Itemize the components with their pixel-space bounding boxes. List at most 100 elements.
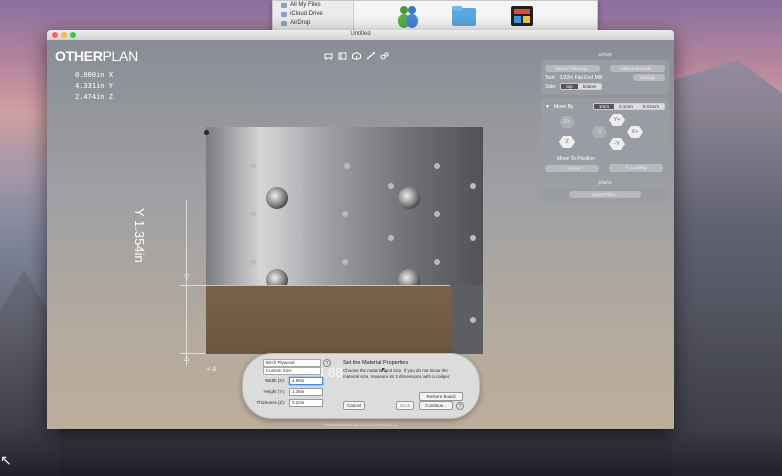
dimension-arrow-icon: ▽ bbox=[184, 274, 190, 281]
jog-controls: Z+ Z Y+ -X X+ -Y bbox=[545, 112, 665, 164]
position-readout: 0.000in X 4.331in Y 2.474in Z bbox=[75, 70, 113, 103]
finder-item-all-my-files[interactable]: All My Files bbox=[281, 2, 321, 8]
bed-edge bbox=[452, 285, 483, 354]
jog-z-plus-button[interactable]: Z+ bbox=[559, 116, 575, 128]
bed-hole bbox=[250, 211, 256, 217]
move-by-label: Move By bbox=[553, 103, 574, 110]
dialog-description: Choose the material and size. If you do … bbox=[343, 368, 451, 379]
material-type-select[interactable]: Birch Plywood bbox=[263, 359, 321, 367]
change-tool-button[interactable]: Change... bbox=[633, 74, 665, 81]
z-dimension-label: <-3 bbox=[207, 367, 216, 373]
airdrop-icon bbox=[281, 20, 287, 26]
bed-hole bbox=[388, 183, 394, 189]
bed-hole bbox=[344, 163, 350, 169]
fixture-hole bbox=[398, 187, 420, 209]
measure-tool-button[interactable] bbox=[365, 51, 376, 61]
help-icon[interactable]: ? bbox=[323, 359, 331, 367]
view-top-button[interactable] bbox=[337, 51, 348, 61]
bed-hole bbox=[250, 259, 256, 265]
desktop-background: All My Files iCloud Drive AirDrop Untitl… bbox=[0, 0, 782, 476]
side-bottom-option[interactable]: bottom bbox=[577, 84, 602, 89]
dimension-guide bbox=[180, 285, 450, 286]
material-preview[interactable] bbox=[206, 127, 483, 354]
dashboard-app-icon[interactable] bbox=[509, 4, 535, 28]
finder-window: All My Files iCloud Drive AirDrop bbox=[272, 0, 598, 32]
import-files-button[interactable]: Import Files... bbox=[569, 191, 641, 198]
plans-box: Import Files... bbox=[541, 188, 669, 201]
select-fixturing-button[interactable]: Select Fixturing... bbox=[545, 65, 600, 72]
continue-button[interactable]: Continue... bbox=[419, 401, 453, 410]
bed-hole bbox=[434, 163, 440, 169]
coord-y: 4.331in Y bbox=[75, 82, 113, 90]
move-box: ▼ Move By 1mm 0.1mm 0.01mm Z+ Z Y+ -X X+… bbox=[541, 98, 669, 177]
bed-hole bbox=[434, 259, 440, 265]
mountain-base bbox=[0, 430, 782, 476]
loading-button[interactable]: ✎ Loading bbox=[609, 164, 663, 172]
workspace-canvas[interactable]: OTHERPLAN 0.000in X 4.331in Y 2.474in Z bbox=[47, 40, 674, 429]
window-title: Untitled bbox=[350, 31, 371, 37]
cloud-icon bbox=[281, 11, 287, 17]
dimension-arrow-icon: △ bbox=[184, 355, 190, 362]
folder-icon bbox=[281, 2, 287, 8]
restore-board-button[interactable]: Restore Board bbox=[419, 392, 463, 401]
bed-hole bbox=[388, 235, 394, 241]
birch-plywood-material[interactable] bbox=[206, 285, 452, 354]
messenger-app-icon[interactable] bbox=[395, 4, 421, 28]
size-preset-select[interactable]: Custom Size bbox=[263, 367, 321, 375]
jog-x-minus-button[interactable]: -X bbox=[591, 126, 607, 138]
side-toggle: top bottom bbox=[560, 83, 603, 90]
y-dimension-label: Y 1.354in bbox=[132, 208, 147, 263]
mouse-cursor-icon: ↖ bbox=[381, 366, 388, 375]
view-front-button[interactable] bbox=[323, 51, 334, 61]
corner-cursor-icon: ↖ bbox=[0, 452, 12, 468]
help-icon[interactable]: ? bbox=[456, 402, 464, 410]
settings-gears-button[interactable] bbox=[379, 51, 390, 61]
dimension-guide bbox=[186, 200, 187, 365]
app-logo: OTHERPLAN bbox=[55, 48, 138, 64]
jog-y-plus-button[interactable]: Y+ bbox=[609, 114, 625, 126]
tool-label: Tool: bbox=[545, 74, 556, 81]
select-material-button[interactable]: Select Material... bbox=[610, 65, 665, 72]
bed-hole bbox=[296, 235, 302, 241]
jog-y-minus-button[interactable]: -Y bbox=[609, 138, 625, 150]
back-button[interactable]: Back bbox=[396, 401, 414, 410]
bed-hole bbox=[434, 211, 440, 217]
finder-item-icloud[interactable]: iCloud Drive bbox=[281, 11, 323, 17]
home-button[interactable]: ⌂ Home bbox=[545, 164, 599, 172]
plans-header: plans bbox=[598, 180, 612, 186]
cancel-button[interactable]: Cancel bbox=[343, 401, 365, 410]
bed-hole bbox=[250, 163, 256, 169]
material-properties-dialog: X 4.88 Birch Plywood ? Custom Size Width… bbox=[242, 353, 480, 419]
bed-hole bbox=[470, 317, 476, 323]
dialog-title: Set the Material Properties bbox=[343, 360, 409, 366]
collapse-triangle-icon[interactable]: ▼ bbox=[545, 104, 550, 110]
bed-hole bbox=[342, 259, 348, 265]
bed-hole bbox=[470, 183, 476, 189]
finder-item-airdrop[interactable]: AirDrop bbox=[281, 20, 310, 26]
width-input[interactable]: 4.88in bbox=[289, 377, 323, 385]
view-toolbar bbox=[323, 51, 390, 61]
status-bar-text: Plot/entry/item/3.0/5.2/4.0.0/Next/1/4/5… bbox=[323, 422, 398, 427]
move-by-0-01mm[interactable]: 0.01mm bbox=[637, 104, 664, 109]
move-by-0-1mm[interactable]: 0.1mm bbox=[613, 104, 638, 109]
mountain-right bbox=[672, 60, 782, 476]
thickness-input[interactable]: 0.22in bbox=[289, 399, 323, 407]
side-label: Side: bbox=[545, 83, 557, 90]
jog-x-plus-button[interactable]: X+ bbox=[627, 126, 643, 138]
view-3d-button[interactable] bbox=[351, 51, 362, 61]
bed-hole bbox=[296, 183, 302, 189]
jog-z-minus-button[interactable]: Z bbox=[559, 136, 575, 148]
tool-value: 1/32in Flat End Mill bbox=[559, 74, 603, 81]
height-input[interactable]: 1.35in bbox=[289, 388, 323, 396]
side-top-option[interactable]: top bbox=[561, 84, 578, 89]
finder-sidebar: All My Files iCloud Drive AirDrop bbox=[273, 1, 354, 31]
bed-hole bbox=[342, 211, 348, 217]
fixture-hole bbox=[266, 187, 288, 209]
setup-panel: setup Select Fixturing... Select Materia… bbox=[541, 52, 669, 204]
move-by-1mm[interactable]: 1mm bbox=[593, 104, 614, 109]
origin-marker[interactable] bbox=[204, 130, 209, 135]
folder-app-icon[interactable] bbox=[451, 4, 477, 28]
bed-hole bbox=[470, 235, 476, 241]
height-label: Height (Y): bbox=[263, 389, 285, 394]
setup-box: Select Fixturing... Select Material... T… bbox=[541, 60, 669, 95]
